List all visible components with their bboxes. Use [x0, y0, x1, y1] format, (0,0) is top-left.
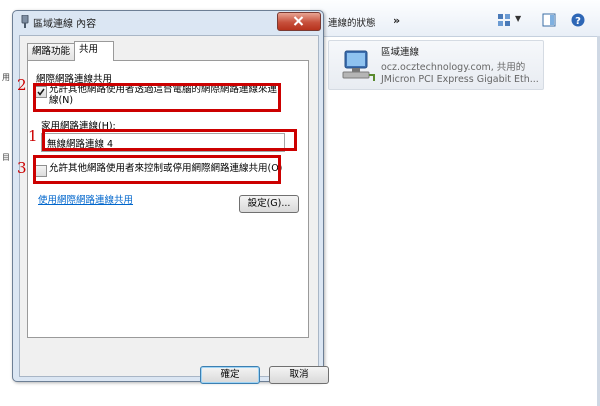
ok-button[interactable]: 確定	[200, 366, 260, 384]
view-dropdown-icon[interactable]: ▼	[515, 14, 521, 28]
left-edge-char: 目	[2, 153, 10, 162]
annotation-box-3	[33, 155, 281, 184]
left-window-edge: 用 目	[0, 0, 12, 406]
dialog-title: 區域連線 內容	[33, 19, 97, 30]
annotation-number-2: 2	[17, 76, 27, 94]
annotation-number-3: 3	[17, 159, 27, 177]
connection-device: JMicron PCI Express Gigabit Eth...	[381, 74, 539, 85]
left-edge-char: 用	[2, 73, 10, 82]
close-button[interactable]	[277, 12, 321, 31]
network-connection-icon	[21, 15, 29, 28]
tab-sharing[interactable]: 共用	[74, 41, 114, 61]
tab-network[interactable]: 網路功能	[27, 43, 80, 60]
change-view-icon[interactable]	[497, 13, 511, 27]
breadcrumb[interactable]: 連線的狀態	[328, 15, 376, 29]
svg-text:?: ?	[575, 16, 581, 27]
connection-status: ocz.ocztechnology.com, 共用的	[381, 62, 526, 73]
network-adapter-icon	[342, 50, 375, 81]
connection-name: 區域連線	[381, 47, 420, 58]
help-icon[interactable]: ?	[571, 13, 585, 27]
dialog-titlebar[interactable]: 區域連線 內容	[13, 11, 323, 33]
preview-pane-icon[interactable]	[542, 13, 556, 27]
more-commands-button[interactable]: »	[393, 14, 400, 27]
cancel-button[interactable]: 取消	[269, 366, 329, 384]
annotation-box-2	[33, 83, 281, 112]
annotation-number-1: 1	[28, 127, 38, 145]
settings-button[interactable]: 設定(G)...	[239, 195, 299, 213]
close-icon	[293, 16, 304, 26]
annotation-box-1	[42, 129, 297, 151]
ics-help-link[interactable]: 使用網際網路連線共用	[38, 192, 133, 206]
connection-tile[interactable]: 區域連線 ocz.ocztechnology.com, 共用的 JMicron …	[328, 40, 544, 90]
properties-dialog: 區域連線 內容 網路功能 共用 網際網路連線共用 允許其他網路使用者透過這台電腦…	[12, 10, 329, 384]
